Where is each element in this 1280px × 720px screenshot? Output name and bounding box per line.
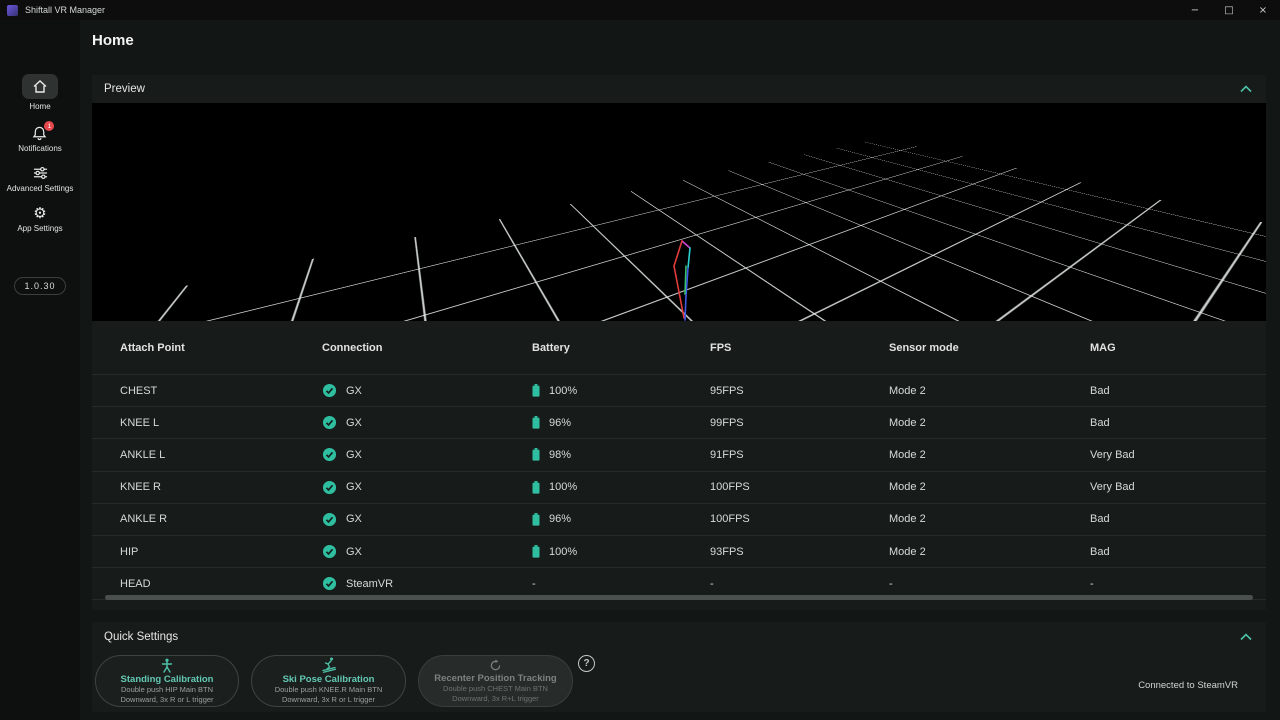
button-desc: Downward, 3x R or L trigger bbox=[120, 695, 213, 705]
home-active-tile bbox=[22, 74, 58, 99]
sidebar: Home 1 Notifications Advanced Settings bbox=[0, 20, 80, 720]
column-header: FPS bbox=[710, 342, 889, 354]
battery-icon bbox=[532, 384, 540, 397]
column-header: Connection bbox=[322, 342, 532, 354]
table-row: CHEST GX 100% 95FPS Mode 2 Bad bbox=[92, 375, 1266, 407]
window-title: Shiftall VR Manager bbox=[25, 5, 105, 15]
preview-panel: Preview bbox=[92, 75, 1266, 610]
battery-icon bbox=[532, 513, 540, 526]
table-row: ANKLE R GX 96% 100FPS Mode 2 Bad bbox=[92, 504, 1266, 536]
chevron-up-icon bbox=[1240, 85, 1252, 93]
close-button[interactable]: × bbox=[1246, 0, 1280, 20]
check-circle-icon bbox=[322, 383, 337, 398]
tracker-table: Attach Point Connection Battery FPS Sens… bbox=[92, 321, 1266, 600]
check-circle-icon bbox=[322, 512, 337, 527]
minimize-button[interactable]: − bbox=[1178, 0, 1212, 20]
app-icon bbox=[7, 5, 18, 16]
column-header: Sensor mode bbox=[889, 342, 1090, 354]
column-header: Battery bbox=[532, 342, 710, 354]
battery-icon bbox=[532, 416, 540, 429]
ski-pose-calibration-button[interactable]: Ski Pose Calibration Double push KNEE.R … bbox=[251, 655, 406, 707]
button-desc: Double push HIP Main BTN bbox=[121, 685, 213, 695]
refresh-icon bbox=[489, 659, 502, 672]
quick-settings-header: Quick Settings bbox=[92, 622, 1266, 652]
check-circle-icon bbox=[322, 480, 337, 495]
check-circle-icon bbox=[322, 415, 337, 430]
chevron-up-icon bbox=[1240, 633, 1252, 641]
table-row: ANKLE L GX 98% 91FPS Mode 2 Very Bad bbox=[92, 439, 1266, 471]
preview-header: Preview bbox=[92, 75, 1266, 103]
page-title: Home bbox=[92, 32, 134, 49]
ski-pose-icon bbox=[322, 657, 336, 673]
table-row: KNEE R GX 100% 100FPS Mode 2 Very Bad bbox=[92, 472, 1266, 504]
table-header-row: Attach Point Connection Battery FPS Sens… bbox=[92, 321, 1266, 375]
button-desc: Double push KNEE.R Main BTN bbox=[275, 685, 383, 695]
horizontal-scrollbar[interactable] bbox=[105, 595, 1253, 600]
button-desc: Downward, 3x R or L trigger bbox=[282, 695, 375, 705]
version-badge: 1.0.30 bbox=[14, 277, 65, 295]
sliders-icon bbox=[33, 166, 48, 180]
sidebar-item-label: Home bbox=[29, 102, 50, 111]
table-row: KNEE L GX 96% 99FPS Mode 2 Bad bbox=[92, 407, 1266, 439]
check-circle-icon bbox=[322, 576, 337, 591]
window-titlebar: Shiftall VR Manager − □ × bbox=[0, 0, 1280, 20]
sidebar-item-label: App Settings bbox=[17, 224, 62, 233]
button-label: Recenter Position Tracking bbox=[434, 673, 556, 684]
help-button[interactable]: ? bbox=[578, 655, 595, 672]
standing-person-icon bbox=[161, 658, 173, 673]
battery-icon bbox=[532, 448, 540, 461]
quick-settings-panel: Quick Settings Standing Calibration Doub… bbox=[92, 622, 1266, 712]
battery-icon bbox=[532, 545, 540, 558]
tracker-skeleton bbox=[662, 236, 702, 321]
table-row: HIP GX 100% 93FPS Mode 2 Bad bbox=[92, 536, 1266, 568]
gear-icon: ⚙ bbox=[33, 205, 46, 221]
maximize-button[interactable]: □ bbox=[1212, 0, 1246, 20]
sidebar-item-home[interactable]: Home bbox=[22, 74, 58, 111]
check-circle-icon bbox=[322, 447, 337, 462]
home-icon bbox=[33, 80, 47, 93]
column-header: MAG bbox=[1090, 342, 1266, 354]
main-content: Home Preview bbox=[80, 20, 1280, 720]
battery-icon bbox=[532, 481, 540, 494]
collapse-preview-button[interactable] bbox=[1240, 85, 1252, 93]
column-header: Attach Point bbox=[120, 342, 322, 354]
sidebar-item-advanced-settings[interactable]: Advanced Settings bbox=[7, 165, 74, 193]
standing-calibration-button[interactable]: Standing Calibration Double push HIP Mai… bbox=[95, 655, 239, 707]
notification-badge: 1 bbox=[44, 121, 54, 131]
button-label: Standing Calibration bbox=[121, 674, 214, 685]
sidebar-item-notifications[interactable]: 1 Notifications bbox=[18, 125, 62, 153]
collapse-quick-settings-button[interactable] bbox=[1240, 633, 1252, 641]
check-circle-icon bbox=[322, 544, 337, 559]
sidebar-item-app-settings[interactable]: ⚙ App Settings bbox=[17, 205, 62, 233]
sidebar-item-label: Advanced Settings bbox=[7, 184, 74, 193]
button-desc: Downward, 3x R+L trigger bbox=[452, 694, 539, 704]
button-label: Ski Pose Calibration bbox=[283, 674, 375, 685]
button-desc: Double push CHEST Main BTN bbox=[443, 684, 548, 694]
preview-title: Preview bbox=[104, 83, 145, 95]
sidebar-item-label: Notifications bbox=[18, 144, 62, 153]
preview-viewport[interactable] bbox=[92, 103, 1266, 321]
quick-settings-title: Quick Settings bbox=[104, 631, 178, 643]
steamvr-status: Connected to SteamVR bbox=[1138, 680, 1238, 691]
recenter-position-tracking-button[interactable]: Recenter Position Tracking Double push C… bbox=[418, 655, 573, 707]
